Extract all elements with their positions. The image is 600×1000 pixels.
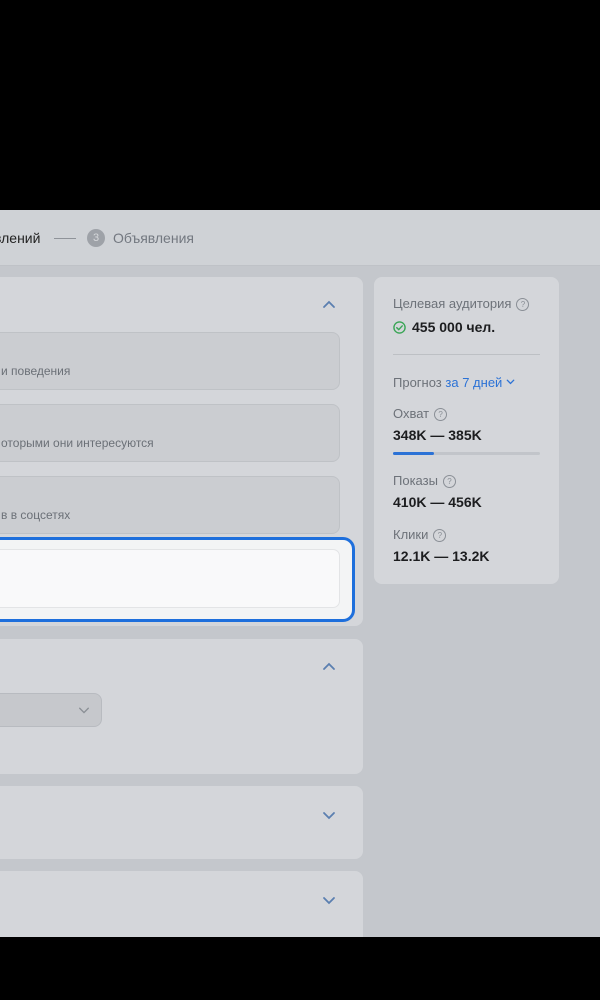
chevron-up-icon[interactable] (322, 660, 336, 674)
audience-value-text: 455 000 чел. (412, 319, 496, 335)
question-circle-icon[interactable]: ? (434, 408, 448, 421)
chevron-down-icon[interactable] (322, 808, 336, 822)
question-circle-icon[interactable]: ? (516, 298, 530, 311)
forecast-label: Прогноз (393, 375, 442, 390)
targeting-option-social[interactable]: в в соцсетях (0, 476, 340, 534)
audience-label: Целевая аудитория? (393, 296, 530, 311)
clicks-value: 12.1K — 13.2K (393, 548, 490, 564)
impressions-label-text: Показы (393, 473, 438, 488)
clicks-label: Клики? (393, 527, 447, 542)
reach-progress-bar (393, 452, 540, 455)
option-description: оторыми они интересуются (1, 436, 154, 450)
reach-progress-fill (393, 452, 435, 455)
question-circle-icon[interactable]: ? (442, 475, 456, 488)
chevron-down-icon[interactable] (506, 377, 515, 386)
focused-input-wrapper (0, 537, 355, 622)
forecast-header: Прогноз за 7 дней (393, 375, 515, 390)
keywords-input[interactable] (0, 549, 340, 608)
forecast-panel: Целевая аудитория? 455 000 чел. Прогноз … (374, 277, 559, 584)
collapsed-card[interactable] (0, 786, 363, 859)
step-connector (54, 238, 76, 239)
reach-label-text: Охват (393, 406, 430, 421)
forecast-period-dropdown[interactable]: за 7 дней (445, 375, 502, 390)
targeting-option-behavior[interactable]: и поведения (0, 332, 340, 390)
clicks-label-text: Клики (393, 527, 429, 542)
settings-select[interactable] (0, 693, 102, 727)
chevron-down-icon (78, 704, 92, 718)
option-description: в в соцсетях (1, 508, 71, 522)
chevron-up-icon[interactable] (322, 298, 336, 312)
targeting-option-interests[interactable]: оторыми они интересуются (0, 404, 340, 462)
audience-label-text: Целевая аудитория (393, 296, 512, 311)
step-number-badge: 3 (87, 229, 105, 247)
collapsed-card[interactable] (0, 871, 363, 937)
audience-value: 455 000 чел. (393, 319, 495, 335)
option-description: и поведения (1, 364, 71, 378)
question-circle-icon[interactable]: ? (433, 529, 447, 542)
chevron-down-icon[interactable] (322, 893, 336, 907)
campaign-stepper: влений 3 Объявления (0, 210, 600, 266)
app-viewport: влений 3 Объявления и поведения оторыми … (0, 210, 600, 937)
reach-label: Охват? (393, 406, 448, 421)
step-ads-label[interactable]: Объявления (113, 230, 194, 246)
impressions-label: Показы? (393, 473, 456, 488)
impressions-value: 410K — 456K (393, 494, 482, 510)
check-circle-icon (393, 321, 406, 334)
divider (393, 354, 540, 355)
step-previous-label[interactable]: влений (0, 230, 40, 246)
reach-value: 348K — 385K (393, 427, 482, 443)
